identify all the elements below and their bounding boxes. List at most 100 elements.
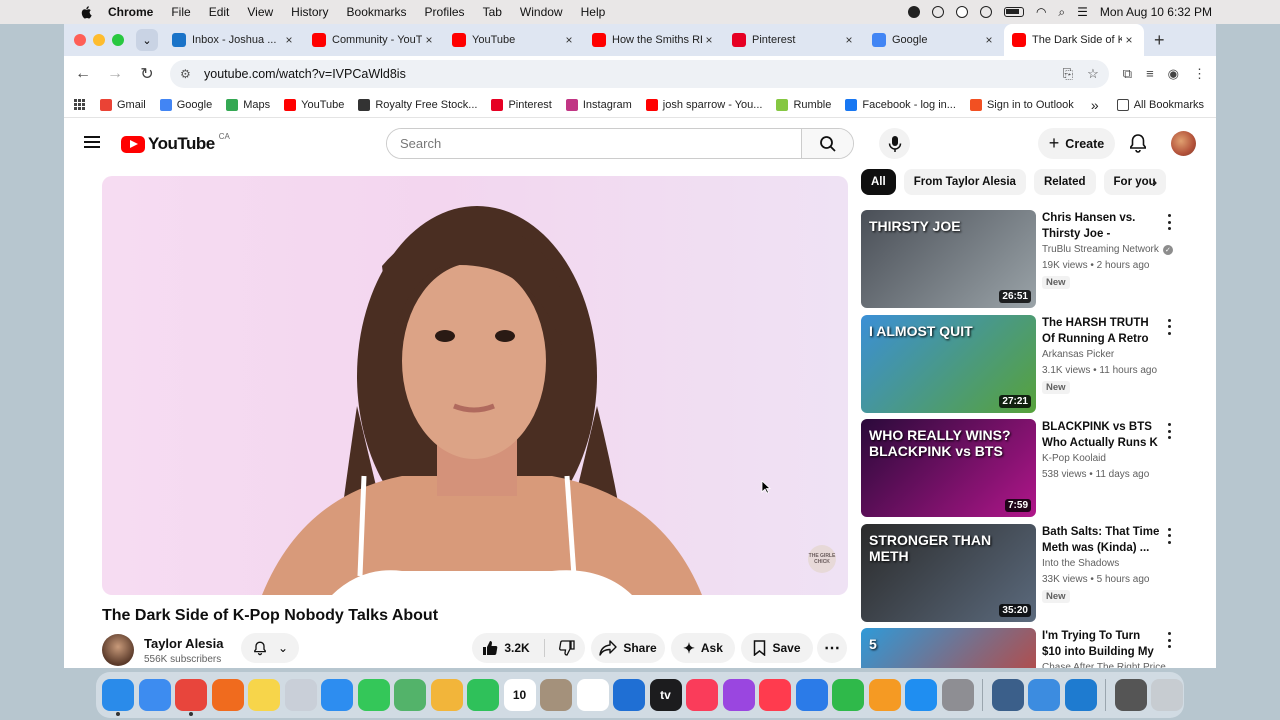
address-bar[interactable]: ⚙ youtube.com/watch?v=IVPCaWld8is ⎘ ☆ <box>170 60 1109 88</box>
browser-tab[interactable]: Google × <box>864 24 1004 56</box>
browser-tab[interactable]: Inbox - Joshua ... × <box>164 24 304 56</box>
appstore-icon[interactable] <box>905 679 937 711</box>
channel-avatar[interactable] <box>102 634 134 666</box>
recommended-channel[interactable]: Arkansas Picker <box>1042 349 1114 360</box>
hamburger-menu-icon[interactable] <box>84 136 100 148</box>
menu-chrome[interactable]: Chrome <box>108 5 153 19</box>
all-bookmarks-button[interactable]: All Bookmarks <box>1116 98 1204 111</box>
wifi-icon[interactable]: ◠ <box>1036 5 1046 19</box>
reload-button[interactable]: ↻ <box>138 64 156 84</box>
recommended-channel[interactable]: Chase After The Right Price <box>1042 662 1166 668</box>
close-tab-icon[interactable]: × <box>982 33 996 47</box>
more-vertical-icon[interactable] <box>1166 214 1172 230</box>
spotlight-icon[interactable]: ⌕ <box>1058 5 1065 20</box>
bookmark-item[interactable]: Facebook - log in... <box>845 98 956 111</box>
podcasts-icon[interactable] <box>722 679 755 711</box>
extensions-icon[interactable]: ⧉ <box>1123 66 1132 82</box>
photos-icon[interactable] <box>430 679 463 711</box>
subscription-bell-button[interactable]: ⌄ <box>241 633 299 663</box>
youtube-logo[interactable]: YouTube CA <box>121 132 230 154</box>
launchpad-icon[interactable] <box>284 679 317 711</box>
channel-name[interactable]: Taylor Alesia <box>144 636 223 651</box>
filter-chip[interactable]: All <box>861 169 896 195</box>
systemsettings-icon[interactable] <box>941 679 974 711</box>
dislike-button[interactable] <box>558 640 575 656</box>
video-thumbnail[interactable]: 5 <box>861 628 1036 668</box>
more-vertical-icon[interactable] <box>1166 632 1172 648</box>
ask-button[interactable]: ✦ Ask <box>671 633 735 663</box>
video-thumbnail[interactable]: STRONGER THAN METH 35:20 <box>861 523 1036 622</box>
chrome-icon[interactable] <box>175 679 207 716</box>
menu-file[interactable]: File <box>171 5 190 19</box>
firefox-icon[interactable] <box>211 679 244 711</box>
screenshot-icon[interactable] <box>991 679 1024 711</box>
browser-tab[interactable]: YouTube × <box>444 24 584 56</box>
minimize-window-button[interactable] <box>93 34 105 46</box>
preview-icon[interactable] <box>1114 679 1147 711</box>
facetime-icon[interactable] <box>467 679 499 711</box>
search-button[interactable] <box>801 129 853 158</box>
music-icon[interactable] <box>686 679 718 711</box>
close-tab-icon[interactable]: × <box>422 33 436 47</box>
close-tab-icon[interactable]: × <box>842 33 856 47</box>
quicktime-icon[interactable] <box>1064 679 1097 711</box>
maps-icon[interactable] <box>394 679 426 711</box>
close-window-button[interactable] <box>74 34 86 46</box>
account-avatar[interactable] <box>1171 131 1196 156</box>
recommended-title[interactable]: I'm Trying To Turn $10 into Building My … <box>1042 628 1162 660</box>
menu-window[interactable]: Window <box>520 5 563 19</box>
bookmark-item[interactable]: Google <box>159 98 212 111</box>
apple-icon[interactable] <box>80 5 94 19</box>
close-tab-icon[interactable]: × <box>282 33 296 47</box>
recommended-channel[interactable]: K-Pop Koolaid <box>1042 453 1106 464</box>
notifications-bell-icon[interactable] <box>1127 132 1149 154</box>
recommended-video[interactable]: 5 I'm Trying To Turn $10 into Building My… <box>861 628 1191 668</box>
recommended-video[interactable]: STRONGER THAN METH 35:20 Bath Salts: That … <box>861 523 1191 622</box>
appletv-icon[interactable]: tv <box>649 679 682 711</box>
bookmarks-overflow-button[interactable]: » <box>1091 97 1099 113</box>
bookmark-star-icon[interactable]: ☆ <box>1087 66 1099 82</box>
recommended-title[interactable]: Bath Salts: That Time Meth was (Kinda) .… <box>1042 524 1162 556</box>
recommended-video[interactable]: THIRSTY JOE 26:51 Chris Hansen vs. Thirsty… <box>861 210 1191 308</box>
menu-help[interactable]: Help <box>581 5 606 19</box>
apps-grid-icon[interactable] <box>74 98 86 111</box>
bookmark-item[interactable]: Sign in to Outlook <box>969 98 1074 111</box>
install-app-icon[interactable]: ⎘ <box>1063 66 1073 82</box>
more-vertical-icon[interactable] <box>1166 318 1172 335</box>
more-vertical-icon[interactable] <box>1166 423 1172 439</box>
voice-search-button[interactable] <box>879 128 910 159</box>
menu-edit[interactable]: Edit <box>209 5 230 19</box>
create-button[interactable]: + Create <box>1038 128 1115 159</box>
recommended-video[interactable]: WHO REALLY WINS? BLACKPINK vs BTS 7:59 BLA… <box>861 419 1191 517</box>
bookmark-item[interactable]: Gmail <box>100 98 146 111</box>
video-player[interactable]: THE GIRLE CHICK <box>102 176 848 595</box>
forward-button[interactable]: → <box>106 65 124 83</box>
recommended-video[interactable]: I ALMOST QUIT 27:21 The HARSH TRUTH Of Run… <box>861 314 1191 413</box>
channel-watermark[interactable]: THE GIRLE CHICK <box>808 545 836 573</box>
media-controls-icon[interactable]: ≡ <box>1146 66 1154 82</box>
pages-icon[interactable] <box>868 679 901 711</box>
close-tab-icon[interactable]: × <box>1122 33 1136 47</box>
chips-next-icon[interactable]: › <box>1152 174 1157 192</box>
video-thumbnail[interactable]: I ALMOST QUIT 27:21 <box>861 314 1036 413</box>
bookmark-item[interactable]: Rumble <box>776 98 831 111</box>
save-button[interactable]: Save <box>741 633 813 663</box>
safari-icon[interactable] <box>321 679 353 711</box>
more-actions-button[interactable]: ⋯ <box>817 633 847 663</box>
bookmark-item[interactable]: Maps <box>226 98 270 111</box>
bookmark-item[interactable]: josh sparrow - You... <box>645 98 762 111</box>
moon-icon[interactable] <box>955 6 968 18</box>
like-button[interactable]: 3.2K <box>482 640 530 656</box>
profile-icon[interactable]: ◉ <box>1168 66 1179 82</box>
keynote-icon[interactable] <box>795 679 828 711</box>
share-button[interactable]: Share <box>591 633 665 663</box>
recommended-channel[interactable]: TruBlu Streaming Network ✓ <box>1042 244 1173 255</box>
back-button[interactable]: ← <box>74 65 92 83</box>
menu-bookmarks[interactable]: Bookmarks <box>347 5 407 19</box>
more-vertical-icon[interactable] <box>1166 527 1172 544</box>
browser-tab[interactable]: How the Smiths RE × <box>584 24 724 56</box>
control-center-icon[interactable]: ☰ <box>1077 5 1088 19</box>
bookmark-item[interactable]: Royalty Free Stock... <box>358 98 477 111</box>
record-icon[interactable] <box>907 6 920 18</box>
play-icon[interactable] <box>931 6 944 18</box>
